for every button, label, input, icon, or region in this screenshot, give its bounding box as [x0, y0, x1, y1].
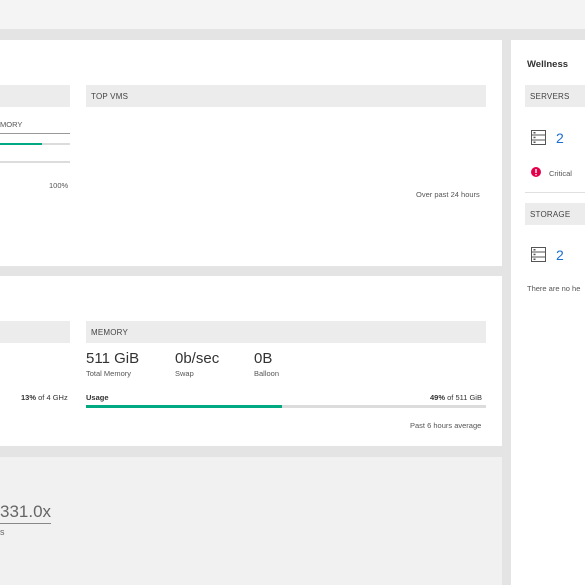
cpu-section-header — [0, 321, 70, 343]
memory-usage-bar — [86, 405, 486, 408]
storage-icon — [531, 247, 546, 262]
performance-footer: Past 6 hours average — [410, 421, 482, 430]
memory-usage-percent: 49% — [430, 393, 446, 402]
cpu-usage-value: 13% — [21, 393, 37, 402]
memory-usage-readout: 49% of 511 GiB — [430, 393, 482, 402]
memory-bar-divider — [0, 133, 70, 134]
swap-label: Swap — [175, 369, 194, 378]
cpu-memory-section-header — [0, 85, 70, 107]
total-memory-value: 511 GiB — [86, 350, 140, 367]
memory-section-header: MEMORY — [86, 321, 486, 343]
efficiency-ratio-value[interactable]: 331.0x — [0, 502, 52, 524]
memory-partial-label: MORY — [0, 120, 23, 129]
scale-max-label: 100% — [49, 181, 69, 190]
efficiency-card: 331.0x s — [0, 457, 502, 585]
total-memory-label: Total Memory — [86, 369, 132, 378]
alert-icon — [531, 167, 541, 177]
storage-count[interactable]: 2 — [556, 247, 564, 263]
storage-status: There are no he — [527, 284, 581, 293]
top-vms-footer: Over past 24 hours — [416, 190, 480, 199]
utilization-card: MORY 100% TOP VMS Over past 24 hours — [0, 40, 502, 266]
wellness-card: Wellness SERVERS 2 Critical STORAGE 2 Th… — [511, 40, 585, 585]
cpu-usage-readout: 13% of 4 GHz — [21, 393, 68, 402]
balloon-label: Balloon — [254, 369, 280, 378]
wellness-title: Wellness — [527, 59, 569, 70]
critical-label[interactable]: Critical — [549, 169, 572, 178]
top-bar — [0, 0, 585, 29]
memory-usage-suffix: of 511 GiB — [445, 393, 482, 402]
server-icon — [531, 130, 546, 145]
cpu-usage-suffix: of 4 GHz — [36, 393, 68, 402]
top-vms-header: TOP VMS — [86, 85, 486, 107]
balloon-value: 0B — [254, 350, 273, 367]
servers-count[interactable]: 2 — [556, 130, 564, 146]
memory-utilization-bar — [0, 143, 70, 145]
storage-header: STORAGE — [525, 203, 585, 225]
servers-header: SERVERS — [525, 85, 585, 107]
memory-usage-fill — [86, 405, 282, 408]
swap-value: 0b/sec — [175, 350, 220, 367]
memory-utilization-fill — [0, 143, 42, 145]
servers-divider — [525, 192, 585, 193]
memory-usage-label: Usage — [86, 393, 109, 402]
efficiency-ratio-label: s — [0, 527, 5, 537]
performance-card: 13% of 4 GHz MEMORY 511 GiB Total Memory… — [0, 276, 502, 446]
secondary-utilization-bar — [0, 161, 70, 163]
